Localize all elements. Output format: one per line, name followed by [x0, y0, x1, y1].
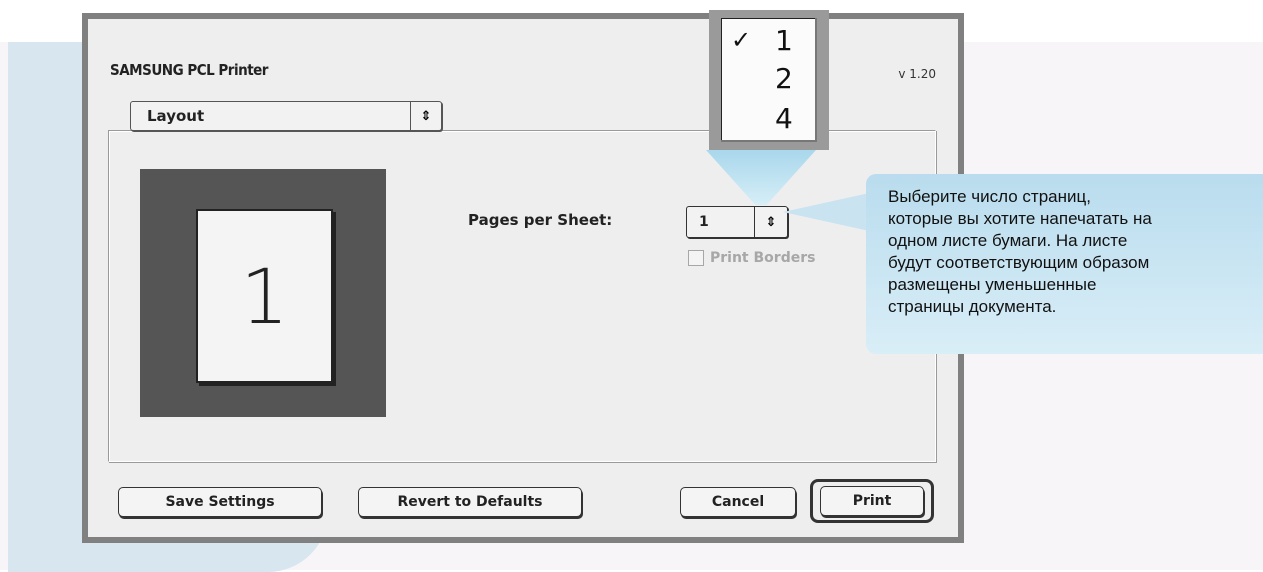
print-button[interactable]: Print — [820, 486, 924, 516]
print-borders-checkbox[interactable] — [688, 250, 704, 266]
print-borders-label: Print Borders — [710, 250, 816, 266]
menu-item-label: 1 — [775, 24, 793, 57]
save-settings-button[interactable]: Save Settings — [118, 487, 322, 517]
layout-preview: 1 — [140, 169, 386, 417]
menu-item-label: 2 — [775, 62, 793, 95]
version-label: v 1.20 — [898, 67, 936, 81]
cancel-button[interactable]: Cancel — [680, 487, 796, 517]
default-button-ring: Print — [810, 479, 934, 523]
dialog-title: SAMSUNG PCL Printer — [110, 61, 268, 79]
panel-popup-menu[interactable]: Layout ⇕ — [130, 101, 442, 131]
preview-page-number: 1 — [240, 251, 289, 341]
menu-item-4[interactable]: 4 — [721, 102, 817, 136]
menu-item-1[interactable]: ✓ 1 — [721, 24, 817, 58]
popup-arrows-icon: ⇕ — [410, 102, 441, 130]
menu-item-label: 4 — [775, 102, 793, 135]
popup-arrows-icon: ⇕ — [754, 207, 787, 237]
print-dialog: SAMSUNG PCL Printer v 1.20 Layout ⇕ 1 Pa… — [82, 13, 964, 543]
pages-per-sheet-value: 1 — [699, 214, 709, 230]
panel-popup-label: Layout — [147, 107, 205, 125]
help-callout: Выберите число страниц, которые вы хотит… — [866, 174, 1263, 354]
revert-to-defaults-button[interactable]: Revert to Defaults — [358, 487, 582, 517]
preview-page: 1 — [196, 209, 333, 383]
pages-per-sheet-zoom-menu: ✓ 1 2 4 — [709, 10, 829, 150]
checkmark-icon: ✓ — [731, 26, 752, 54]
menu-item-2[interactable]: 2 — [721, 62, 817, 96]
print-borders-option[interactable]: Print Borders — [688, 250, 815, 266]
zoom-menu-list: ✓ 1 2 4 — [721, 18, 817, 142]
pages-per-sheet-popup[interactable]: 1 ⇕ — [686, 206, 788, 238]
callout-text: Выберите число страниц, которые вы хотит… — [888, 187, 1152, 316]
pages-per-sheet-label: Pages per Sheet: — [468, 211, 613, 229]
